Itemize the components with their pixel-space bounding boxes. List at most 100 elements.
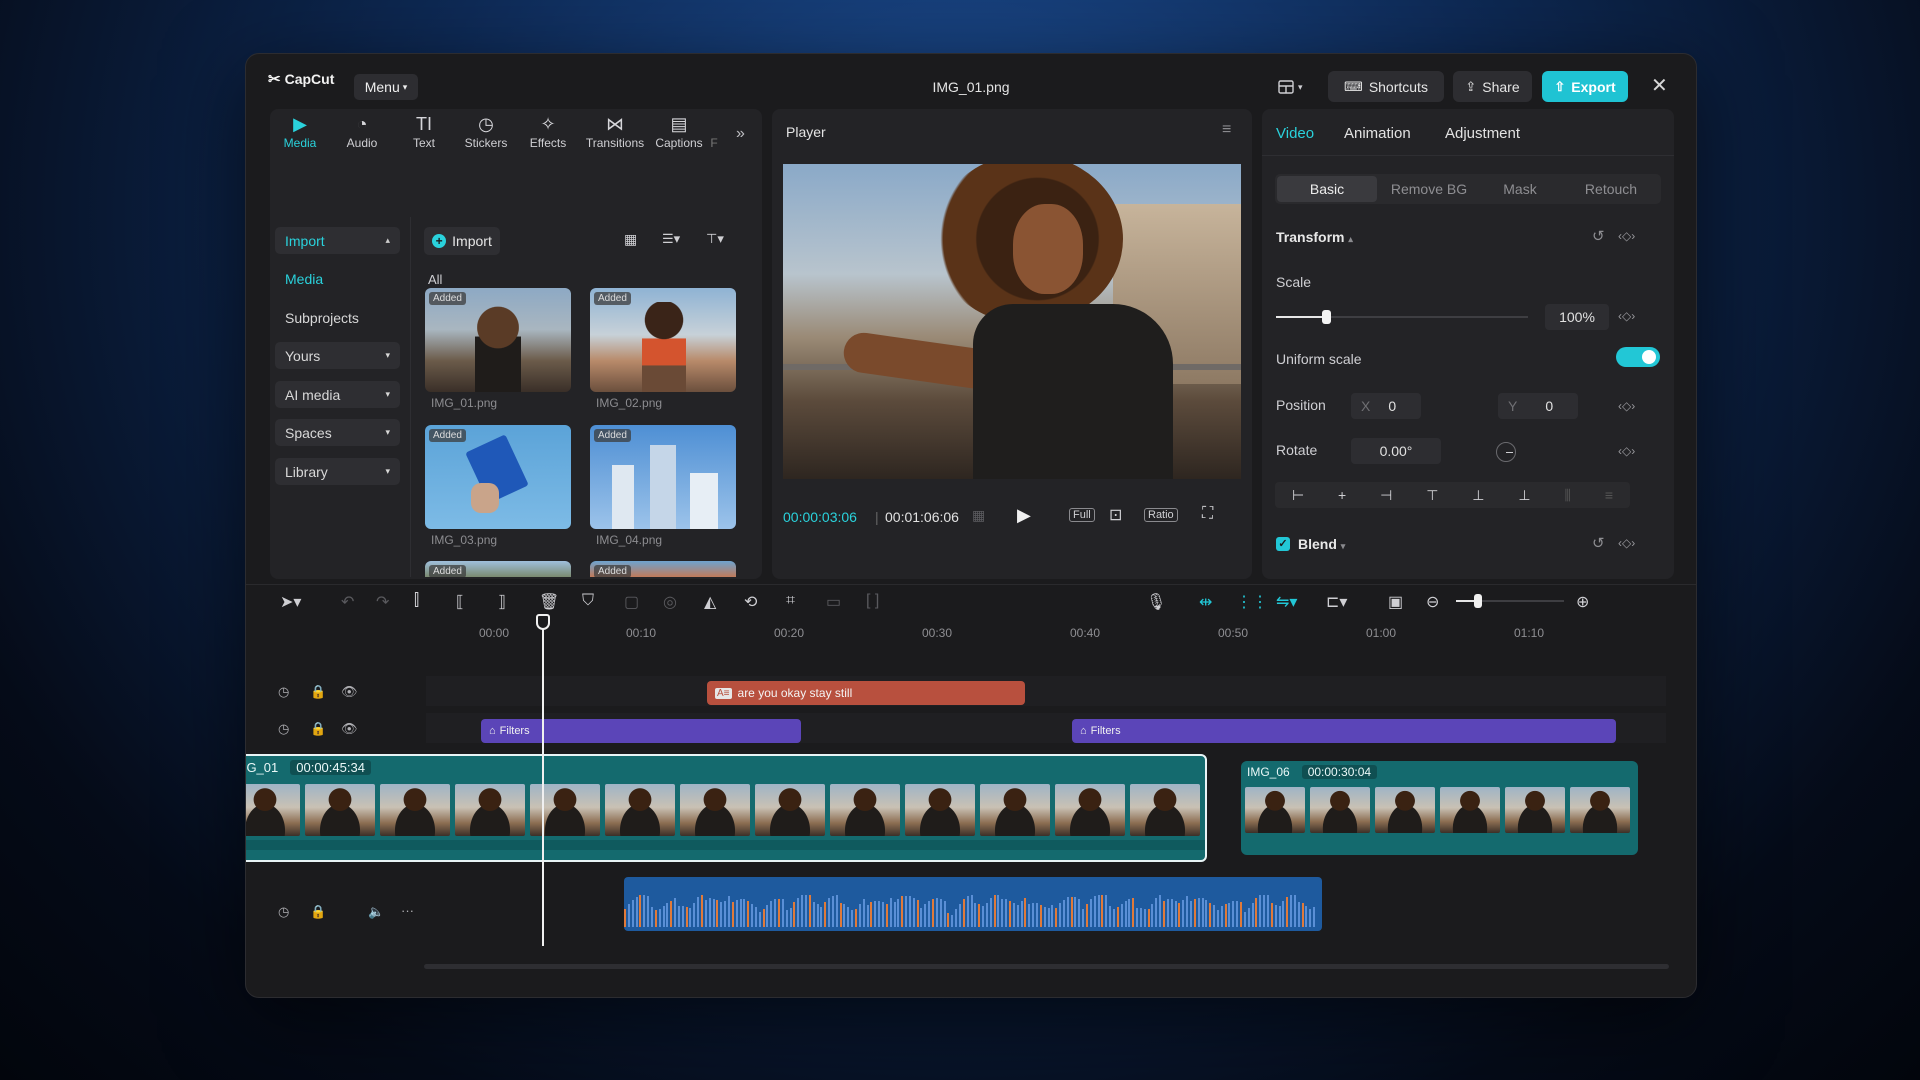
linkage-icon[interactable]: ⇋▾ — [1276, 592, 1297, 612]
expand-tabs-icon[interactable]: » — [736, 125, 745, 143]
align-right-icon[interactable]: ⊣ — [1380, 487, 1392, 504]
tab-more-partial[interactable]: F — [704, 112, 724, 150]
delete-icon[interactable]: 🗑 — [539, 592, 559, 612]
sidebar-item-library[interactable]: Library ▾ — [275, 458, 400, 485]
playhead-handle[interactable] — [536, 614, 550, 630]
playhead[interactable] — [536, 614, 550, 946]
filter-icon[interactable]: ⊤▾ — [706, 231, 724, 247]
split-left-icon[interactable]: ⟦ — [456, 592, 464, 612]
tab-audio[interactable]: ◔ Audio — [332, 112, 392, 150]
track-clock-icon[interactable]: ◷ — [278, 904, 289, 920]
zoom-in-icon[interactable]: ⊕ — [1576, 592, 1589, 612]
track-clock-icon[interactable]: ◷ — [278, 684, 289, 700]
eye-icon[interactable]: 👁 — [341, 684, 358, 700]
volume-icon[interactable]: 🔈 — [368, 904, 384, 920]
grid-icon[interactable]: ▦ — [972, 507, 985, 524]
filter-clip-1[interactable]: ⌂ Filters — [481, 719, 801, 743]
timeline-scrollbar[interactable] — [424, 964, 1669, 969]
keyframe-icon[interactable]: ‹◇› — [1618, 309, 1635, 323]
reverse-icon[interactable]: ◎ — [663, 592, 677, 612]
export-button[interactable]: ⇧ Export — [1542, 71, 1628, 102]
microphone-icon[interactable]: 🎙 — [1146, 592, 1166, 612]
track-clock-icon[interactable]: ◷ — [278, 721, 289, 737]
align-center-v-icon[interactable]: ⊥ — [1472, 487, 1484, 504]
close-icon[interactable]: ✕ — [1651, 73, 1668, 98]
subtab-remove-bg[interactable]: Remove BG — [1379, 176, 1479, 202]
media-thumb-img04[interactable]: Added — [590, 425, 736, 529]
full-button[interactable]: Full — [1069, 508, 1095, 522]
preview-canvas[interactable] — [783, 164, 1241, 479]
split-right-icon[interactable]: ⟧ — [498, 592, 506, 612]
position-y-field[interactable]: Y 0 — [1498, 393, 1578, 419]
subtab-retouch[interactable]: Retouch — [1563, 176, 1659, 202]
media-thumb-img05[interactable]: Added — [425, 561, 571, 577]
eye-icon[interactable]: 👁 — [341, 721, 358, 737]
scale-slider[interactable] — [1276, 310, 1528, 324]
shield-icon[interactable]: ⛉ — [582, 592, 594, 610]
tab-effects[interactable]: ✧ Effects — [518, 112, 578, 150]
sort-icon[interactable]: ☰▾ — [662, 231, 680, 247]
redo-icon[interactable]: ↷ — [376, 592, 389, 612]
audio-clip[interactable] — [624, 877, 1322, 931]
main-track-magnet-icon[interactable]: ⇹ — [1199, 592, 1212, 612]
lock-icon[interactable]: 🔒 — [310, 721, 326, 737]
resize-icon[interactable]: ▭ — [826, 592, 841, 612]
fullscreen-icon[interactable]: ⛶ — [1202, 505, 1213, 523]
auto-snap-icon[interactable]: ⋮⋮ — [1236, 592, 1268, 612]
sidebar-item-media[interactable]: Media — [275, 265, 400, 292]
align-left-icon[interactable]: ⊢ — [1292, 487, 1304, 504]
keyframe-icon[interactable]: ‹◇› — [1618, 229, 1635, 243]
uniform-scale-toggle[interactable] — [1616, 347, 1660, 367]
sidebar-item-yours[interactable]: Yours ▾ — [275, 342, 400, 369]
position-x-field[interactable]: X 0 — [1351, 393, 1421, 419]
share-button[interactable]: ⇪ Share — [1453, 71, 1532, 102]
media-thumb-img01[interactable]: Added — [425, 288, 571, 392]
rotate-icon[interactable]: ⟲ — [744, 592, 757, 612]
screenshot-icon[interactable]: ⊡ — [1109, 505, 1122, 525]
tab-stickers[interactable]: ◷ Stickers — [456, 112, 516, 150]
lock-icon[interactable]: 🔒 — [310, 684, 326, 700]
ratio-button[interactable]: Ratio — [1144, 508, 1178, 522]
rotate-dial[interactable] — [1496, 442, 1516, 462]
align-top-icon[interactable]: ⊤ — [1426, 487, 1438, 504]
align-bottom-icon[interactable]: ⊥ — [1518, 487, 1530, 504]
keyframe-icon[interactable]: ‹◇› — [1618, 536, 1635, 550]
rotate-value-field[interactable]: 0.00° — [1351, 438, 1441, 464]
preview-axis-icon[interactable]: ⊏▾ — [1326, 592, 1347, 612]
zoom-slider[interactable] — [1456, 594, 1564, 608]
keyframe-icon[interactable]: ‹◇› — [1618, 444, 1635, 458]
bracket-icon[interactable]: [ ] — [866, 592, 879, 610]
sidebar-import[interactable]: Import ▴ — [275, 227, 400, 254]
filter-clip-2[interactable]: ⌂ Filters — [1072, 719, 1616, 743]
subtab-mask[interactable]: Mask — [1479, 176, 1561, 202]
main-video-clip[interactable]: IMG_01 00:00:45:34 — [246, 754, 1207, 862]
caption-icon[interactable]: ▣ — [1388, 592, 1403, 612]
align-center-h-icon[interactable]: + — [1338, 487, 1346, 503]
sidebar-item-spaces[interactable]: Spaces ▾ — [275, 419, 400, 446]
split-icon[interactable]: ⫿ — [414, 592, 419, 610]
subtab-basic[interactable]: Basic — [1277, 176, 1377, 202]
tab-video[interactable]: Video — [1276, 125, 1314, 142]
shortcuts-button[interactable]: ⌨ Shortcuts — [1328, 71, 1444, 102]
tab-adjustment[interactable]: Adjustment — [1445, 125, 1520, 142]
scale-slider-handle[interactable] — [1322, 310, 1332, 324]
select-cursor-icon[interactable]: ➤▾ — [280, 592, 301, 612]
media-thumb-img02[interactable]: Added — [590, 288, 736, 392]
crop-icon[interactable]: ⌗ — [786, 592, 795, 610]
play-icon[interactable]: ▶ — [1017, 505, 1031, 526]
second-video-clip[interactable]: IMG_06 00:00:30:04 — [1241, 761, 1638, 855]
text-clip[interactable]: A≡ are you okay stay still — [707, 681, 1025, 705]
reset-icon[interactable]: ↺ — [1592, 227, 1605, 245]
sidebar-item-ai-media[interactable]: AI media ▾ — [275, 381, 400, 408]
tab-captions[interactable]: ▤ Captions — [649, 112, 709, 150]
mirror-icon[interactable]: ◭ — [704, 592, 716, 612]
zoom-slider-handle[interactable] — [1474, 594, 1482, 608]
blend-header[interactable]: Blend ▾ — [1298, 536, 1345, 552]
distribute-h-icon[interactable]: ⫼ — [1564, 487, 1570, 504]
media-thumb-img06[interactable]: Added — [590, 561, 736, 577]
tab-text[interactable]: TI Text — [394, 112, 454, 150]
tab-transitions[interactable]: ⋈ Transitions — [580, 112, 650, 150]
sidebar-item-subprojects[interactable]: Subprojects — [275, 304, 400, 331]
undo-icon[interactable]: ↶ — [341, 592, 354, 612]
zoom-out-icon[interactable]: ⊖ — [1426, 592, 1439, 612]
